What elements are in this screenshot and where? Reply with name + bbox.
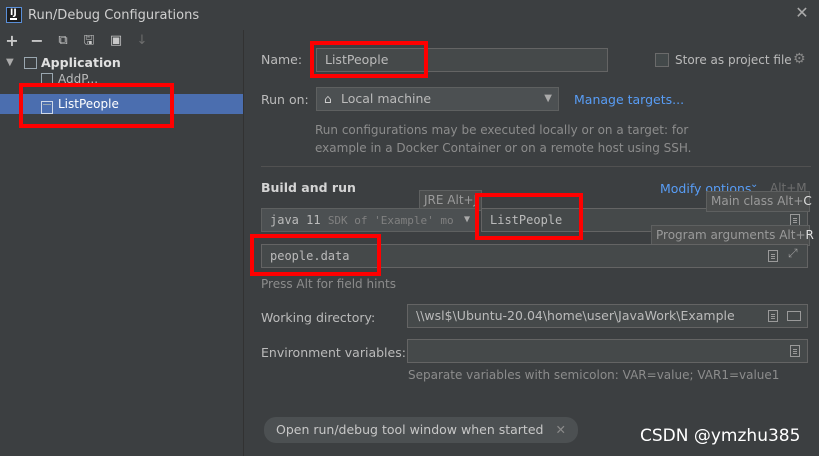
highlight-box — [250, 234, 381, 276]
env-hint-text: Separate variables with semicolon: VAR=v… — [408, 368, 780, 382]
highlight-box — [475, 193, 583, 240]
run-on-value: Local machine — [341, 91, 432, 106]
sdk-value: java 11 — [270, 213, 321, 227]
watermark: CSDN @ymzhu385 — [640, 426, 801, 446]
environment-variables-label: Environment variables: — [261, 345, 406, 360]
store-project-checkbox[interactable] — [655, 53, 669, 67]
highlight-box — [310, 41, 428, 78]
gear-icon[interactable]: ⚙ — [793, 51, 806, 67]
copy-config-icon[interactable]: ⧉ — [55, 33, 71, 49]
remove-tag-icon[interactable]: ✕ — [555, 422, 565, 437]
environment-variables-field[interactable] — [407, 339, 808, 363]
run-on-dropdown[interactable]: ⌂ Local machine ▼ — [316, 87, 559, 111]
browse-icon[interactable] — [790, 345, 800, 357]
tree-group-application[interactable]: ▼ Application — [0, 53, 243, 73]
chevron-down-icon[interactable]: ⌄ — [750, 179, 758, 190]
working-directory-label: Working directory: — [261, 310, 376, 325]
highlight-box — [19, 83, 174, 128]
chevron-down-icon: ▼ — [461, 209, 470, 231]
jre-dropdown[interactable]: java 11 SDK of 'Example' mo ▼ — [261, 208, 476, 232]
field-hint-text: Press Alt for field hints — [261, 277, 396, 291]
main-class-tip-text: Main class Alt+ — [711, 194, 804, 208]
sdk-suffix: SDK of 'Example' mo — [327, 214, 454, 227]
folder-icon[interactable]: ▣ — [108, 33, 124, 49]
main-class-tooltip: Main class Alt+C — [706, 191, 812, 212]
program-args-tooltip: Program arguments Alt+R — [651, 225, 814, 246]
add-config-icon[interactable]: + — [4, 33, 20, 49]
working-directory-field[interactable]: \\wsl$\Ubuntu-20.04\home\user\JavaWork\E… — [407, 304, 808, 328]
main-class-tip-key: C — [803, 194, 812, 208]
chevron-down-icon[interactable]: ▼ — [6, 53, 14, 73]
store-project-label: Store as project file — [675, 53, 792, 67]
title-bar: IJ Run/Debug Configurations ✕ — [0, 0, 819, 30]
home-icon: ⌂ — [324, 92, 332, 106]
remove-config-icon[interactable]: − — [29, 33, 45, 49]
run-on-hint-line1: Run configurations may be executed local… — [315, 123, 689, 137]
open-tool-window-tag: Open run/debug tool window when started … — [264, 417, 578, 443]
build-run-heading: Build and run — [261, 180, 356, 195]
name-label: Name: — [261, 52, 303, 67]
application-icon — [24, 57, 37, 69]
program-args-tip-key: R — [805, 228, 814, 242]
section-divider — [261, 166, 811, 167]
tree-group-label: Application — [41, 55, 121, 70]
browse-icon[interactable] — [768, 250, 778, 262]
window-title: Run/Debug Configurations — [28, 8, 200, 23]
run-on-label: Run on: — [261, 92, 309, 107]
app-icon-letter: IJ — [10, 8, 17, 18]
chevron-down-icon: ▼ — [544, 93, 552, 104]
intellij-app-icon: IJ — [6, 7, 22, 23]
save-config-icon[interactable]: 🖫 — [81, 33, 97, 49]
sort-icon[interactable]: ↓ — [134, 33, 150, 49]
run-on-hint-line2: example in a Docker Container or on a re… — [315, 141, 692, 155]
expand-icon[interactable]: ⤢ — [788, 246, 798, 261]
folder-icon[interactable] — [787, 311, 801, 321]
close-icon[interactable]: ✕ — [794, 5, 810, 21]
browse-icon[interactable] — [768, 310, 778, 322]
open-tool-window-label: Open run/debug tool window when started — [276, 422, 544, 437]
manage-targets-link[interactable]: Manage targets... — [574, 92, 684, 107]
program-args-tip-text: Program arguments Alt+ — [656, 228, 806, 242]
